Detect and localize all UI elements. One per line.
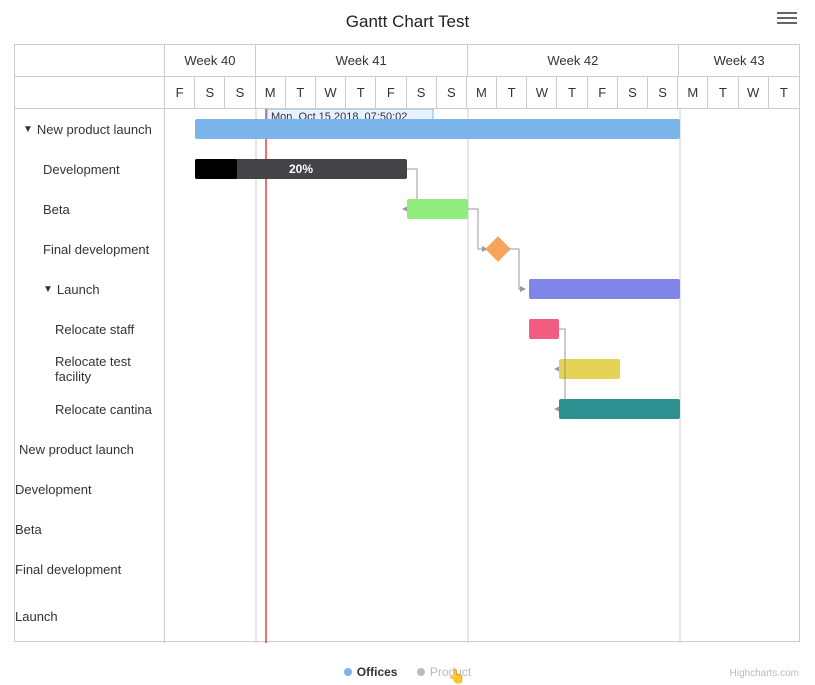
legend-dot-icon (417, 668, 425, 676)
row-label[interactable]: Development (15, 469, 164, 509)
day-col: T (557, 77, 587, 109)
dependency-arrow (509, 249, 525, 289)
row-label[interactable]: Beta (15, 189, 164, 229)
row-label[interactable]: Relocate staff (15, 309, 164, 349)
day-col: M (256, 77, 286, 109)
chart-menu-button[interactable] (777, 8, 797, 28)
day-col: F (588, 77, 618, 109)
week-col: Week 41 (256, 45, 468, 77)
row-label[interactable]: Beta (15, 509, 164, 549)
row-label[interactable]: Launch (15, 269, 164, 309)
progress-label: 20% (289, 162, 313, 176)
day-col: T (286, 77, 316, 109)
chart-title: Gantt Chart Test (14, 12, 801, 32)
day-col: F (165, 77, 195, 109)
legend-dot-icon (344, 668, 352, 676)
day-col: W (739, 77, 769, 109)
row-label[interactable]: Relocate test facility (15, 349, 164, 389)
row-label[interactable]: New product launch (15, 109, 164, 149)
task-bar-beta[interactable] (407, 199, 468, 219)
day-col: S (195, 77, 225, 109)
day-col: T (769, 77, 799, 109)
day-col: F (376, 77, 406, 109)
row-label[interactable]: Development (15, 149, 164, 189)
legend-item-offices[interactable]: Offices (344, 665, 398, 679)
week-col: Week 42 (468, 45, 680, 77)
day-col: T (497, 77, 527, 109)
row-label[interactable]: Final development (15, 549, 164, 589)
row-label[interactable]: Relocate cantina (15, 389, 164, 429)
legend-item-product[interactable]: Product (417, 665, 471, 679)
dependency-arrow (468, 209, 487, 249)
day-col: W (316, 77, 346, 109)
day-col: T (346, 77, 376, 109)
day-col: M (678, 77, 708, 109)
day-col: S (648, 77, 678, 109)
day-col: M (467, 77, 497, 109)
task-bar-new-product-launch[interactable] (195, 119, 680, 139)
week-col: Week 43 (679, 45, 799, 77)
day-col: S (437, 77, 467, 109)
task-bar-relocate-cantina[interactable] (559, 399, 680, 419)
day-col: S (225, 77, 255, 109)
task-bar-launch[interactable] (529, 279, 680, 299)
week-col: Week 40 (165, 45, 256, 77)
task-bar-development-progress (195, 159, 237, 179)
task-bar-relocate-test-facility[interactable] (559, 359, 620, 379)
row-label[interactable]: Final development (15, 229, 164, 269)
task-bar-relocate-staff[interactable] (529, 319, 559, 339)
day-col: S (618, 77, 648, 109)
gantt-chart: Week 40 Week 41 Week 42 Week 43 F S S M … (14, 44, 800, 642)
legend: Offices Product (0, 665, 815, 679)
day-col: S (407, 77, 437, 109)
day-col: T (708, 77, 738, 109)
row-label[interactable]: New product launch (15, 429, 164, 469)
credits-link[interactable]: Highcharts.com (730, 668, 799, 679)
row-label[interactable]: Launch (15, 589, 164, 643)
milestone-final-development[interactable] (485, 236, 510, 261)
day-col: W (527, 77, 557, 109)
